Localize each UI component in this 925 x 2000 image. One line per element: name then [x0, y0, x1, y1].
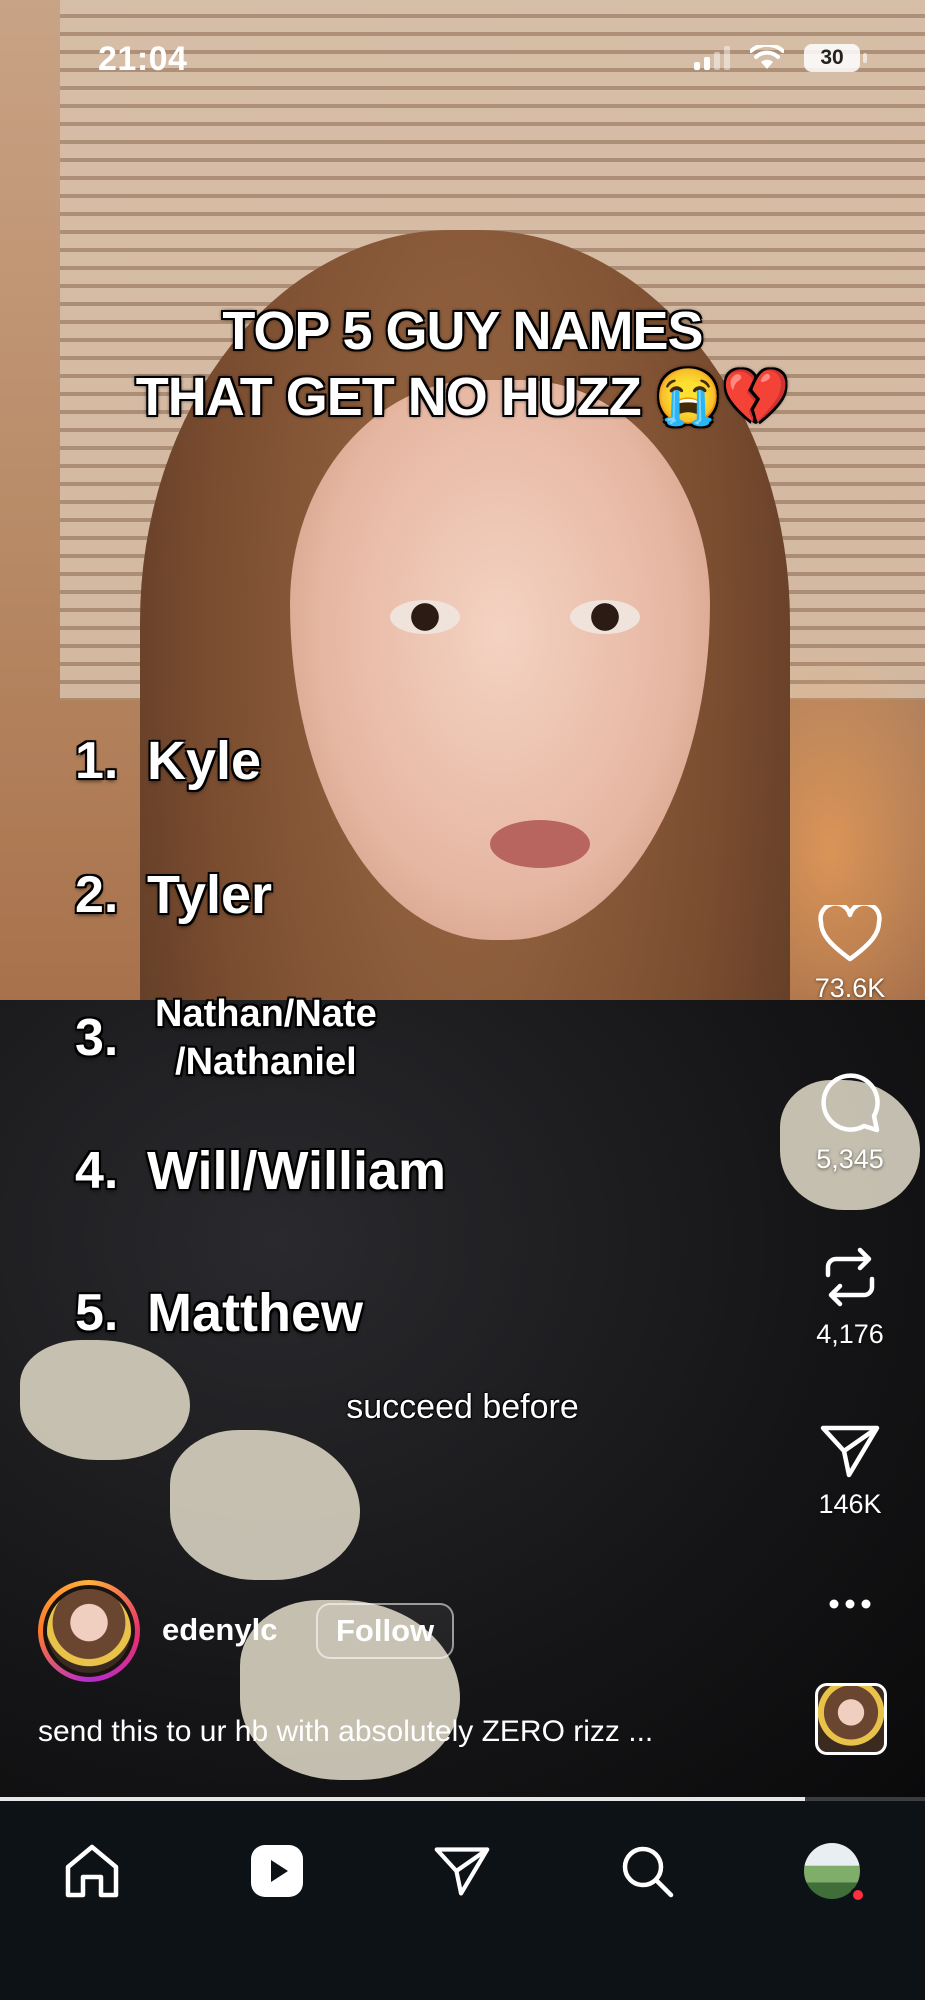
notification-dot: [850, 1887, 866, 1903]
rank-item-4: 4. Will/William: [75, 1140, 446, 1202]
profile-avatar[interactable]: [804, 1843, 866, 1903]
rank-number: 1.: [75, 732, 119, 790]
author-avatar[interactable]: [38, 1580, 140, 1682]
subtitle-caption: succeed before: [346, 1388, 579, 1426]
crying-heartbreak-emoji: 😭💔: [654, 367, 790, 427]
share-count: 146K: [818, 1489, 882, 1519]
status-icons: 30: [694, 44, 867, 72]
rank-item-5: 5. Matthew: [75, 1282, 363, 1344]
rank-name: Will/William: [147, 1141, 447, 1201]
person-mouth: [490, 820, 590, 868]
audio-thumbnail[interactable]: [815, 1683, 887, 1755]
rank-item-3: 3. Nathan/Nate /Nathaniel: [75, 990, 377, 1086]
follow-button[interactable]: Follow: [316, 1603, 455, 1659]
person-eye-left: [390, 600, 460, 634]
rank-number: 4.: [75, 1142, 119, 1200]
repost-action[interactable]: 4,176: [790, 1245, 910, 1350]
rank-name: Matthew: [147, 1283, 363, 1343]
bottom-navigation: [0, 1801, 925, 2000]
nav-home[interactable]: [57, 1836, 127, 1906]
wifi-icon: [750, 45, 784, 69]
repost-icon[interactable]: [820, 1245, 880, 1309]
title-line-2: THAT GET NO HUZZ 😭💔: [0, 364, 925, 430]
rank-name-line-1: Nathan/Nate: [155, 993, 377, 1035]
post-caption[interactable]: send this to ur hb with absolutely ZERO …: [38, 1715, 758, 1749]
status-time: 21:04: [98, 40, 188, 78]
rank-item-1: 1. Kyle: [75, 730, 261, 792]
nav-direct[interactable]: [427, 1836, 497, 1906]
nav-profile[interactable]: [797, 1836, 867, 1906]
share-action[interactable]: 146K: [790, 1423, 910, 1520]
author-username[interactable]: edenylc: [162, 1612, 277, 1648]
battery-icon: 30: [804, 44, 867, 72]
title-line-1: TOP 5 GUY NAMES: [222, 301, 703, 361]
nav-search[interactable]: [612, 1836, 682, 1906]
rank-number: 5.: [75, 1284, 119, 1342]
nav-reels[interactable]: [242, 1836, 312, 1906]
reels-icon[interactable]: [249, 1843, 305, 1899]
share-icon[interactable]: [819, 1423, 881, 1479]
home-icon[interactable]: [63, 1843, 121, 1899]
rank-number: 3.: [75, 1009, 119, 1067]
rank-name-line-2: /Nathaniel: [175, 1041, 357, 1083]
direct-icon[interactable]: [433, 1844, 491, 1898]
search-icon[interactable]: [619, 1843, 675, 1899]
comment-icon[interactable]: [818, 1070, 882, 1134]
comment-count: 5,345: [816, 1144, 884, 1174]
title-line-2-text: THAT GET NO HUZZ: [135, 367, 642, 427]
more-action[interactable]: [790, 1598, 910, 1610]
rank-name: Kyle: [147, 731, 262, 791]
person-eye-right: [570, 600, 640, 634]
signal-icon: [694, 46, 730, 70]
more-icon[interactable]: [828, 1598, 872, 1610]
like-count: 73.6K: [814, 973, 886, 1003]
rank-name: Tyler: [147, 865, 273, 925]
repost-count: 4,176: [816, 1319, 884, 1349]
heart-icon[interactable]: [818, 905, 882, 963]
like-action[interactable]: 73.6K: [790, 905, 910, 1004]
comment-action[interactable]: 5,345: [790, 1070, 910, 1175]
rank-number: 2.: [75, 866, 119, 924]
author-avatar-image: [43, 1585, 135, 1677]
rank-item-2: 2. Tyler: [75, 864, 272, 926]
video-title-overlay: TOP 5 GUY NAMES THAT GET NO HUZZ 😭💔: [0, 298, 925, 430]
rank-name: Nathan/Nate /Nathaniel: [155, 990, 377, 1086]
